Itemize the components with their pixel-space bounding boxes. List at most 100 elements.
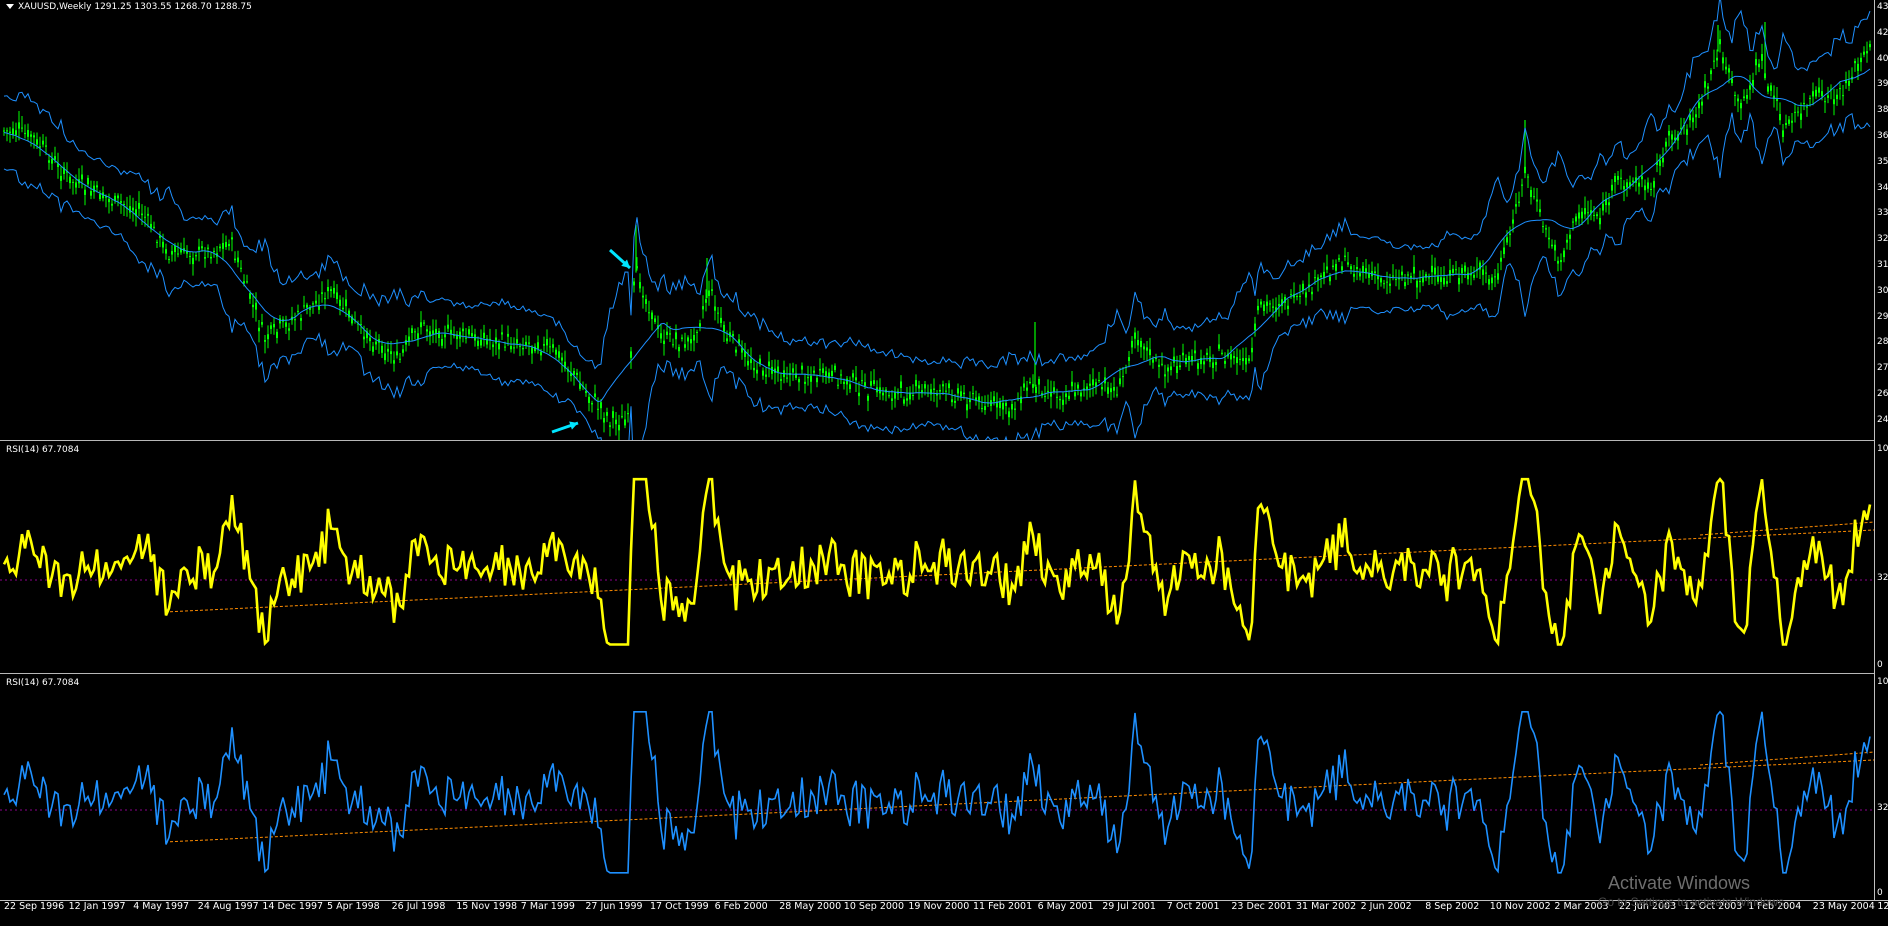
candle-body (660, 333, 662, 339)
candle-body (321, 292, 323, 294)
candle-body (576, 372, 578, 375)
candle-body (1209, 356, 1211, 362)
candle-body (1632, 180, 1634, 182)
candle-body (690, 339, 692, 344)
candle-body (1482, 269, 1484, 275)
candle-body (510, 345, 512, 350)
candle-body (438, 331, 440, 339)
candle-body (480, 339, 482, 346)
candle-body (1491, 277, 1493, 284)
candle-body (798, 379, 800, 383)
candle-body (1266, 301, 1268, 306)
rsi-chart-2-svg[interactable] (0, 675, 1874, 900)
rsi-chart-1-svg[interactable] (0, 442, 1874, 672)
candle-body (234, 258, 236, 261)
candle-body (462, 328, 464, 332)
candle-body (393, 360, 395, 364)
candle-body (165, 249, 167, 254)
price-tick-label: 32 (1877, 234, 1888, 245)
candle-body (330, 289, 332, 291)
candle-body (1665, 141, 1667, 147)
candle-body (1659, 160, 1661, 166)
candle-body (1164, 374, 1166, 377)
candle-body (513, 347, 515, 349)
candle-body (1389, 283, 1391, 286)
candle-body (516, 339, 518, 344)
price-axis[interactable]: 43 42 40 39 38 36 35 34 33 32 31 30 29 28 27 26 24 100 32 0… (1874, 0, 1888, 900)
candle-body (1746, 95, 1748, 99)
candle-body (1254, 323, 1256, 331)
candle-body (960, 391, 962, 397)
candle-body (1119, 378, 1121, 385)
candle-body (1038, 378, 1040, 385)
candle-body (144, 216, 146, 218)
candle-body (249, 293, 251, 299)
candle-body (1185, 358, 1187, 365)
candle-body (552, 344, 554, 348)
activate-windows-subtext: Go to Settings to activate Windows. (1598, 895, 1788, 909)
candle-body (693, 334, 695, 341)
candle-body (1290, 294, 1292, 296)
candle-body (1623, 186, 1625, 190)
candle-body (1866, 51, 1868, 54)
candle-body (750, 359, 752, 364)
candle-body (624, 419, 626, 426)
candle-body (1611, 184, 1613, 191)
candle-body (864, 382, 866, 386)
candle-body (891, 398, 893, 401)
candle-body (75, 182, 77, 188)
candle-body (414, 331, 416, 333)
candle-body (834, 365, 836, 370)
candle-body (1026, 387, 1028, 391)
candle-body (432, 330, 434, 334)
candle-body (705, 299, 707, 303)
price-tick-label: 30 (1877, 285, 1888, 296)
candle-body (993, 396, 995, 402)
candle-body (633, 281, 635, 286)
candle-body (264, 340, 266, 342)
candle-body (1248, 358, 1250, 361)
date-tick-label: 4 May 1997 (133, 901, 190, 912)
price-tick-label: 35 (1877, 156, 1888, 167)
candle-body (1566, 239, 1568, 243)
candle-body (1473, 274, 1475, 278)
candle-body (3, 130, 5, 132)
candle-body (1617, 175, 1619, 180)
candle-body (189, 255, 191, 257)
candle-body (492, 344, 494, 348)
bollinger-middle-line (3, 68, 1871, 404)
candle-body (867, 395, 869, 401)
candle-body (1110, 388, 1112, 393)
candle-body (957, 388, 959, 394)
candle-body (894, 392, 896, 399)
price-tick-label: 29 (1877, 311, 1888, 322)
candle-body (1848, 80, 1850, 86)
candle-body (717, 312, 719, 314)
candle-body (1788, 119, 1790, 124)
pane-separator[interactable] (0, 673, 1874, 674)
candle-body (1599, 217, 1601, 225)
candle-body (1008, 411, 1010, 418)
rsi-level-label: 32 (1877, 573, 1888, 584)
price-chart-svg[interactable] (0, 0, 1874, 440)
candle-body (84, 189, 86, 195)
candle-body (777, 366, 779, 373)
candle-body (813, 370, 815, 373)
candle-body (906, 398, 908, 401)
candle-body (639, 282, 641, 289)
candle-body (1014, 408, 1016, 410)
candle-body (801, 365, 803, 370)
candle-body (27, 130, 29, 137)
candle-body (1827, 95, 1829, 98)
candle-body (297, 310, 299, 312)
candle-body (858, 392, 860, 397)
candle-body (1464, 265, 1466, 272)
pane-separator[interactable] (0, 440, 1874, 441)
candle-body (270, 325, 272, 329)
candle-body (1230, 354, 1232, 360)
date-tick-label: 27 Jun 1999 (585, 901, 643, 912)
date-tick-label: 29 Jul 2001 (1102, 901, 1156, 912)
candle-body (381, 345, 383, 353)
price-tick-label: 26 (1877, 389, 1888, 399)
candle-body (36, 139, 38, 145)
